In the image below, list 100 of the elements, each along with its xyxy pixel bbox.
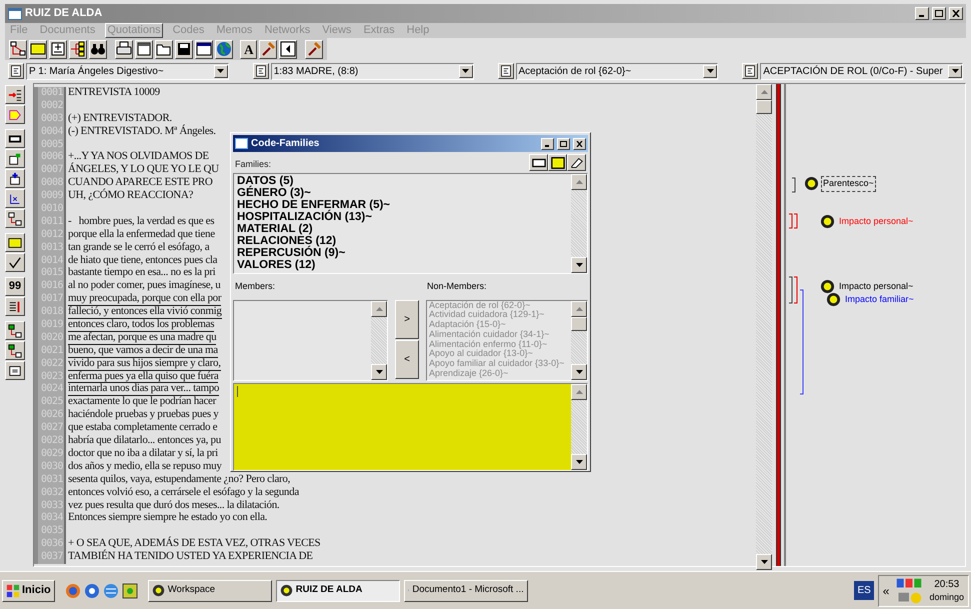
note-button[interactable] — [29, 40, 47, 58]
selector-dropdown[interactable]: 1:83 MADRE, (8:8) — [270, 62, 474, 80]
close-icon — [576, 140, 583, 146]
taskbar-button[interactable]: Documento1 - Microsoft ... — [404, 580, 528, 602]
eraser-button[interactable] — [567, 154, 586, 171]
code-label[interactable]: Parentesco~ — [821, 176, 876, 192]
link-button[interactable] — [5, 321, 25, 340]
list-button[interactable] — [498, 63, 514, 79]
list-button[interactable] — [742, 63, 758, 79]
selector-dropdown[interactable]: ACEPTACIÓN DE ROL (0/Co-F) - Super — [760, 62, 963, 80]
globe-button[interactable] — [214, 40, 233, 58]
taskbar-button[interactable]: Workspace — [148, 580, 272, 602]
scrollbar[interactable] — [571, 384, 587, 470]
scrollbar[interactable] — [371, 300, 387, 380]
document-edit-button[interactable] — [5, 149, 25, 168]
link-button[interactable] — [5, 209, 25, 228]
check-button[interactable] — [5, 253, 25, 272]
selector-dropdown[interactable]: Aceptación de rol {62-0}~ — [516, 62, 718, 80]
document-line: haciéndole pruebas y pruebas pues y — [68, 409, 218, 422]
hammer-button[interactable] — [305, 40, 324, 58]
rectangle-button[interactable] — [5, 129, 25, 148]
save-button[interactable] — [174, 40, 193, 58]
list-button[interactable] — [8, 63, 24, 79]
document-line: al no poder comer, pues imagínese, u — [68, 280, 220, 293]
selector-dropdown[interactable]: P 1: María Ángeles Digestivo~ — [26, 62, 229, 80]
close-icon — [952, 10, 960, 17]
window-button[interactable] — [134, 40, 153, 58]
document-line: CUANDO APARECE ESTE PRO — [68, 177, 213, 188]
list-icon — [10, 65, 22, 77]
family-item[interactable]: VALORES (12) — [237, 259, 571, 271]
list-icon — [500, 65, 512, 77]
network-icon — [8, 192, 22, 206]
close-button[interactable] — [573, 138, 586, 150]
printer-button[interactable] — [114, 40, 133, 58]
family-item[interactable]: HOSPITALIZACIÓN (13)~ — [237, 211, 571, 223]
list-button[interactable] — [5, 297, 25, 316]
scroll-thumb[interactable] — [571, 316, 587, 330]
list-icon — [744, 65, 756, 77]
network-button[interactable] — [9, 40, 27, 58]
add-document-button[interactable] — [49, 40, 67, 58]
back-button[interactable] — [279, 40, 298, 58]
note-button[interactable] — [548, 154, 567, 171]
maximize-button[interactable] — [932, 7, 946, 20]
close-button[interactable] — [949, 7, 963, 20]
minimize-button[interactable] — [915, 7, 929, 20]
note-button[interactable] — [5, 233, 25, 252]
font-button[interactable]: A — [240, 40, 258, 58]
window-button[interactable] — [194, 40, 213, 58]
window-title: RUIZ DE ALDA — [25, 6, 102, 22]
language-indicator[interactable]: ES — [854, 581, 874, 600]
binoculars-button[interactable] — [89, 40, 107, 58]
document-link-button[interactable] — [5, 169, 25, 188]
scroll-thumb[interactable] — [756, 100, 772, 114]
link-icon — [8, 344, 22, 358]
tray-toggle[interactable]: « — [882, 582, 890, 600]
tag-button[interactable] — [5, 105, 25, 124]
network-button[interactable] — [5, 189, 25, 208]
document-line: falleció, y entonces ella vivió conmig — [68, 306, 222, 320]
family-item[interactable]: MATERIAL (2) — [237, 223, 571, 235]
family-item[interactable]: DATOS (5) — [237, 175, 571, 187]
folder-button[interactable] — [154, 40, 173, 58]
code-label[interactable]: Impacto familiar~ — [843, 292, 916, 308]
family-item[interactable]: GÉNERO (3)~ — [237, 187, 571, 199]
family-item[interactable]: RELACIONES (12) — [237, 235, 571, 247]
globe-icon — [216, 41, 232, 57]
scroll-up-icon — [376, 306, 382, 310]
document-line: + O SEA QUE, ADEMÁS DE ESTA VEZ, OTRAS VECES — [68, 538, 320, 550]
scroll-down-icon — [576, 370, 582, 374]
start-button[interactable]: Inicio — [2, 580, 55, 602]
note-icon — [550, 156, 564, 170]
memo-field[interactable] — [233, 382, 588, 470]
remove-button[interactable]: < — [395, 340, 419, 378]
document-line: (+) ENTREVISTADOR. — [68, 112, 172, 126]
document-line: exactamente lo que le podrían hacer — [68, 396, 216, 409]
frame-button[interactable] — [5, 361, 25, 380]
document-line: muy preocupada, porque con ella por — [68, 293, 222, 306]
window-icon — [196, 41, 212, 57]
maximize-icon — [560, 140, 567, 146]
document-line: internarla unos dias para ver... tampo — [68, 383, 220, 396]
family-item[interactable]: HECHO DE ENFERMAR (5)~ — [237, 199, 571, 211]
scrollbar[interactable] — [571, 174, 587, 273]
scroll-up-icon — [576, 180, 582, 184]
scrollbar[interactable] — [571, 300, 587, 380]
taskbar-button[interactable]: RUIZ DE ALDA — [276, 580, 400, 602]
scrollbar[interactable] — [756, 84, 772, 570]
list-button[interactable] — [252, 63, 269, 79]
link-button[interactable] — [5, 341, 25, 360]
rectangle-button[interactable] — [529, 154, 548, 171]
maximize-button[interactable] — [557, 138, 570, 150]
minimize-button[interactable] — [541, 138, 554, 150]
arrow-list-button[interactable] — [5, 85, 25, 104]
code-label[interactable]: Impacto personal~ — [837, 279, 916, 294]
tree-button[interactable] — [69, 40, 87, 58]
quote-button[interactable]: 99 — [5, 277, 25, 296]
clock-time: 20:53 — [934, 578, 960, 590]
members-label: Members: — [235, 280, 276, 293]
add-button[interactable]: > — [395, 300, 419, 338]
code-icon — [820, 214, 835, 230]
family-item[interactable]: REPERCUSIÓN (9)~ — [237, 247, 571, 259]
hammer-button[interactable] — [259, 40, 278, 58]
